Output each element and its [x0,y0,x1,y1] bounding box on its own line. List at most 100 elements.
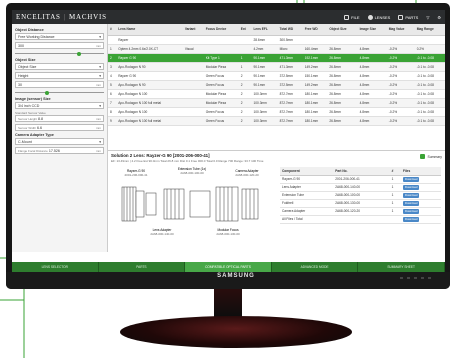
chevron-down-icon: ▾ [99,73,101,78]
table-row[interactable]: Rayzer 28.6mm 300.5mm [108,35,445,45]
download-button[interactable]: Download [402,216,420,222]
column-header[interactable]: Variant [182,24,204,36]
table-row[interactable]: 5 Apo-Rodagon N 90 Green Focus 2 90.1mm 372.5… [108,80,445,90]
sensor-height-field[interactable]: Sensor Height 8.8 mm [15,115,104,122]
parts-row: Lens Adapter 2A68-000-140-00 1 Download [280,183,441,192]
table-cell: 4.8mm [357,71,387,81]
table-cell [414,35,445,45]
table-cell [386,35,415,45]
table-cell: Apo-Rodagon N 100 [116,89,183,99]
column-header[interactable]: Mag Range [414,24,445,36]
table-row[interactable]: 8 Apo-Rodagon N 100 Green Focus 2 100.3mm 872… [108,107,445,117]
table-cell: -0.2% [386,107,415,117]
table-cell [182,71,204,81]
footer-tab-lens-selector[interactable]: LENS SELECTOR [12,262,99,272]
table-cell: 471.3mm [277,62,303,72]
parts-menu[interactable]: PARTS [398,14,418,20]
table-cell: 2 [108,53,117,63]
table-cell: 8 [108,107,117,117]
table-cell: 372.5mm [277,80,303,90]
filter-button[interactable]: ▽ [426,15,429,20]
object-distance-input[interactable]: 300 mm [15,42,104,49]
download-button[interactable]: Download [402,176,420,182]
part-code: 2A68-000-100-00 [180,171,204,175]
sensor-width-field[interactable]: Sensor Width 6.6 mm [15,124,104,131]
object-size-slider[interactable] [15,90,104,95]
table-cell: 100.3mm [251,116,278,126]
object-distance-slider[interactable] [15,51,104,56]
column-header[interactable]: Focus Device [203,24,239,36]
table-cell: -0.2% [386,44,415,54]
object-size-dimension-select[interactable]: Height ▾ [15,72,104,79]
table-cell: Modular Pieza [203,98,239,108]
table-cell [108,35,117,45]
table-cell: 4.8mm [357,89,387,99]
download-button[interactable]: Download [402,192,420,198]
lens-body-drawing [121,186,259,222]
column-header[interactable]: Free WD [302,24,328,36]
table-cell: -0.2% [386,89,415,99]
file-menu[interactable]: FILE [344,14,360,20]
table-cell: 26.8mm [327,98,358,108]
parts-row: All Files / Total Download [280,215,441,224]
footer-tab-parts[interactable]: PARTS [99,262,186,272]
table-cell: 3 [108,62,117,72]
table-cell: 872.7mm [277,107,303,117]
object-size-select[interactable]: Object Size ▾ [15,63,104,70]
footer-tab-summary-sheet[interactable]: SUMMARY SHEET [358,262,445,272]
table-row[interactable]: 2 Rayzer G 90 Kit Type 1 1 90.1mm 471.3mm 192.… [108,53,445,63]
object-size-input[interactable]: 30 mm [15,81,104,88]
table-cell: 2 [238,116,252,126]
column-header[interactable]: Mag Value [386,24,415,36]
table-row[interactable]: 6 Apo-Rodagon N 100 Modular Pieza 2 100.3mm 8… [108,89,445,99]
column-header[interactable]: Object Size [327,24,358,36]
lenses-menu[interactable]: LENSES [367,14,390,20]
column-header[interactable]: # [108,24,117,36]
column-header[interactable]: Ext [238,24,252,36]
parts-cell: Lens Adapter [280,183,334,192]
object-distance-select[interactable]: Free Working Distance ▾ [15,33,104,40]
table-cell: 372.5mm [277,71,303,81]
parts-cell: 2A68-000-130-00 [333,199,390,208]
chevron-down-icon: ▾ [99,64,101,69]
column-header[interactable]: Image Size [357,24,387,36]
table-cell: 5 [108,80,117,90]
download-button[interactable]: Download [402,208,420,214]
footer-tab-compatible-parts[interactable]: COMPATIBLE OPTICAL PARTS [185,262,272,272]
lens-results-table: # Lens Name Variant Focus Device Ext Lens EFL… [108,24,445,126]
table-cell [203,35,239,45]
flange-distance-field[interactable]: Flange Focal Distance 17.526 mm [15,147,104,154]
table-cell: 4.8mm [357,53,387,63]
download-button[interactable]: Download [402,184,420,190]
column-header[interactable]: Total WD [277,24,303,36]
table-cell: 2 [238,80,252,90]
table-cell: 4.8mm [357,80,387,90]
table-cell: -0.1 to -0.08 [414,62,445,72]
table-row[interactable]: 7 Apo-Rodagon N 100 full metal Modular Pie… [108,98,445,108]
table-row[interactable]: 3 Apo-Rodagon N 90 Modular Pieza 1 90.1mm 471… [108,62,445,72]
settings-button[interactable]: ⚙ [437,15,441,20]
camera-adapter-select[interactable]: C-Mount ▾ [15,138,104,145]
table-row[interactable]: 9 Apo-Rodagon N 100 full metal Green Focus… [108,116,445,126]
table-cell: 100.3mm [251,98,278,108]
object-distance-title: Object Distance [15,28,44,32]
table-cell: 4 [108,71,117,81]
table-cell [182,89,204,99]
download-button[interactable]: Download [402,200,420,206]
table-cell: Micro [277,44,303,54]
table-cell: 100.3mm [251,107,278,117]
table-row[interactable]: 4 Rayzer G 90 Green Focus 2 90.1mm 372.5mm 150… [108,71,445,81]
column-header[interactable]: Lens EFL [251,24,278,36]
column-header[interactable]: Lens Name [116,24,183,36]
image-sensor-select[interactable]: 3/4 inch CCD ▾ [15,102,104,109]
table-cell: -0.2% [386,116,415,126]
table-cell: Apo-Rodagon N 100 full metal [116,98,183,108]
footer-tab-advanced-mode[interactable]: ADVANCED MODE [272,262,359,272]
table-cell: 1 [238,53,252,63]
chevron-down-icon: ▾ [99,139,101,144]
table-row[interactable]: 1 Optem 4.2mm 0.6x/2.0X-CT Visual 4.2mm Micr… [108,44,445,54]
table-cell: 4.2mm [251,44,278,54]
summary-checkbox[interactable]: Summary [420,154,442,159]
table-cell [182,80,204,90]
table-cell: 26.8mm [327,71,358,81]
